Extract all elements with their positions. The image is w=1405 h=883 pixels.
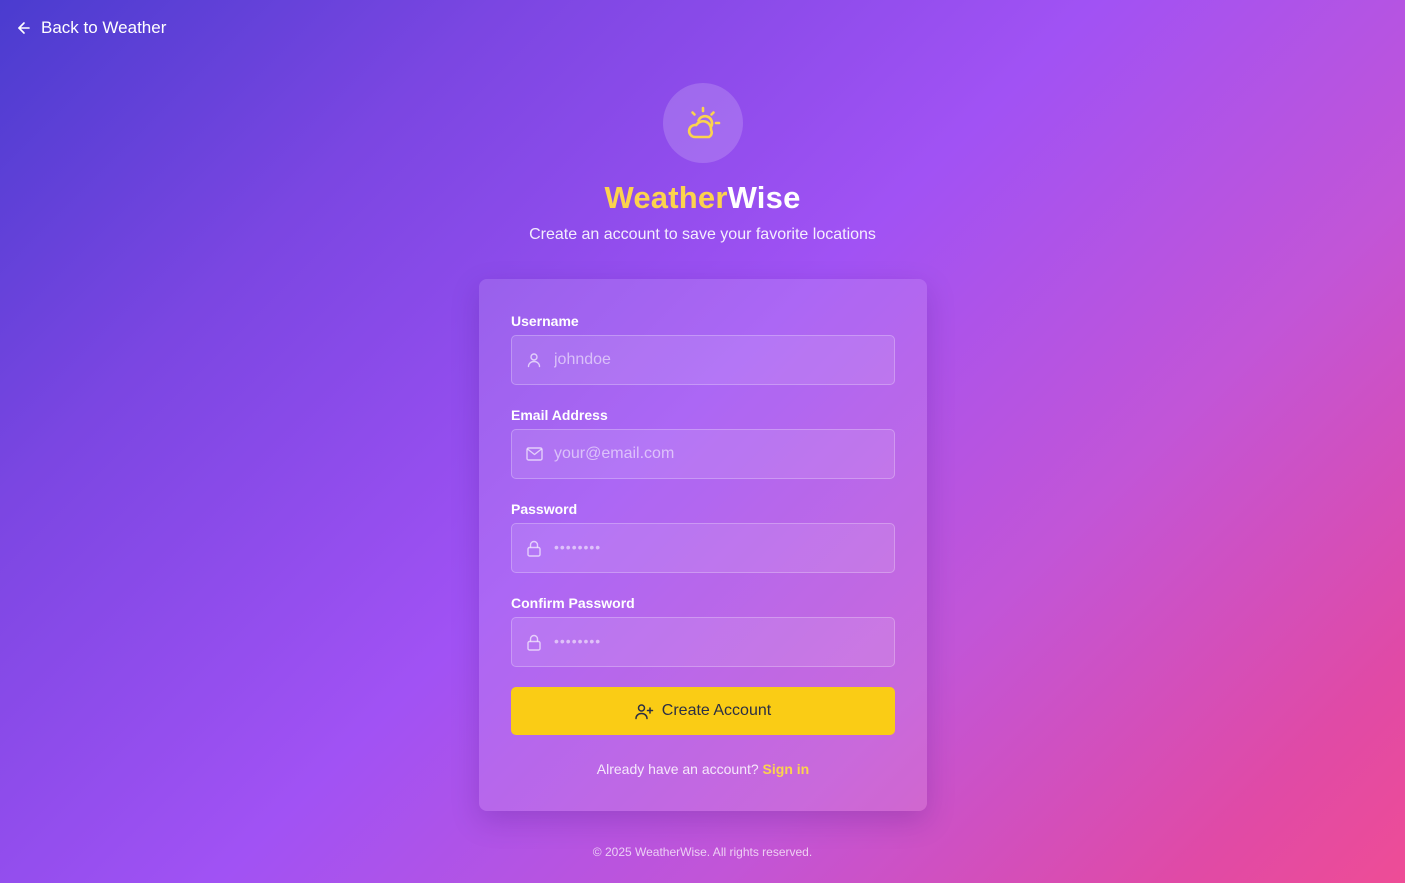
email-field-wrapper	[511, 429, 895, 479]
user-plus-icon	[635, 703, 654, 719]
create-account-label: Create Account	[661, 702, 772, 719]
email-input[interactable]	[554, 431, 894, 477]
password-label: Password	[511, 501, 578, 517]
lock-icon	[512, 618, 554, 666]
signup-card: Username Email Address Password	[479, 279, 927, 811]
brand-name-wise: Wise	[727, 180, 801, 215]
password-field-wrapper	[511, 523, 895, 573]
back-link-label: Back to Weather	[41, 18, 167, 37]
page-subtitle: Create an account to save your favorite …	[529, 226, 876, 243]
back-to-weather-link[interactable]: Back to Weather	[16, 17, 166, 39]
lock-icon	[512, 524, 554, 572]
brand-name-weather: Weather	[604, 180, 728, 215]
confirm-password-field-wrapper	[511, 617, 895, 667]
email-label: Email Address	[511, 407, 608, 423]
brand-title: WeatherWise	[0, 178, 1405, 218]
footer-copyright: © 2025 WeatherWise. All rights reserved.	[592, 845, 813, 859]
confirm-password-input[interactable]	[554, 619, 894, 665]
signin-prompt-row: Already have an account? Sign in	[479, 760, 927, 778]
confirm-password-label: Confirm Password	[511, 595, 635, 611]
user-icon	[512, 336, 554, 384]
username-input[interactable]	[554, 337, 894, 383]
sign-in-link[interactable]: Sign in	[763, 761, 810, 777]
username-field-wrapper	[511, 335, 895, 385]
logo-badge	[663, 83, 743, 163]
arrow-left-icon	[18, 22, 30, 34]
create-account-button[interactable]: Create Account	[511, 687, 895, 735]
sun-cloud-icon	[687, 106, 721, 139]
username-label: Username	[511, 313, 579, 329]
mail-icon	[512, 430, 554, 478]
password-input[interactable]	[554, 525, 894, 571]
signin-prompt-text: Already have an account?	[596, 761, 759, 777]
